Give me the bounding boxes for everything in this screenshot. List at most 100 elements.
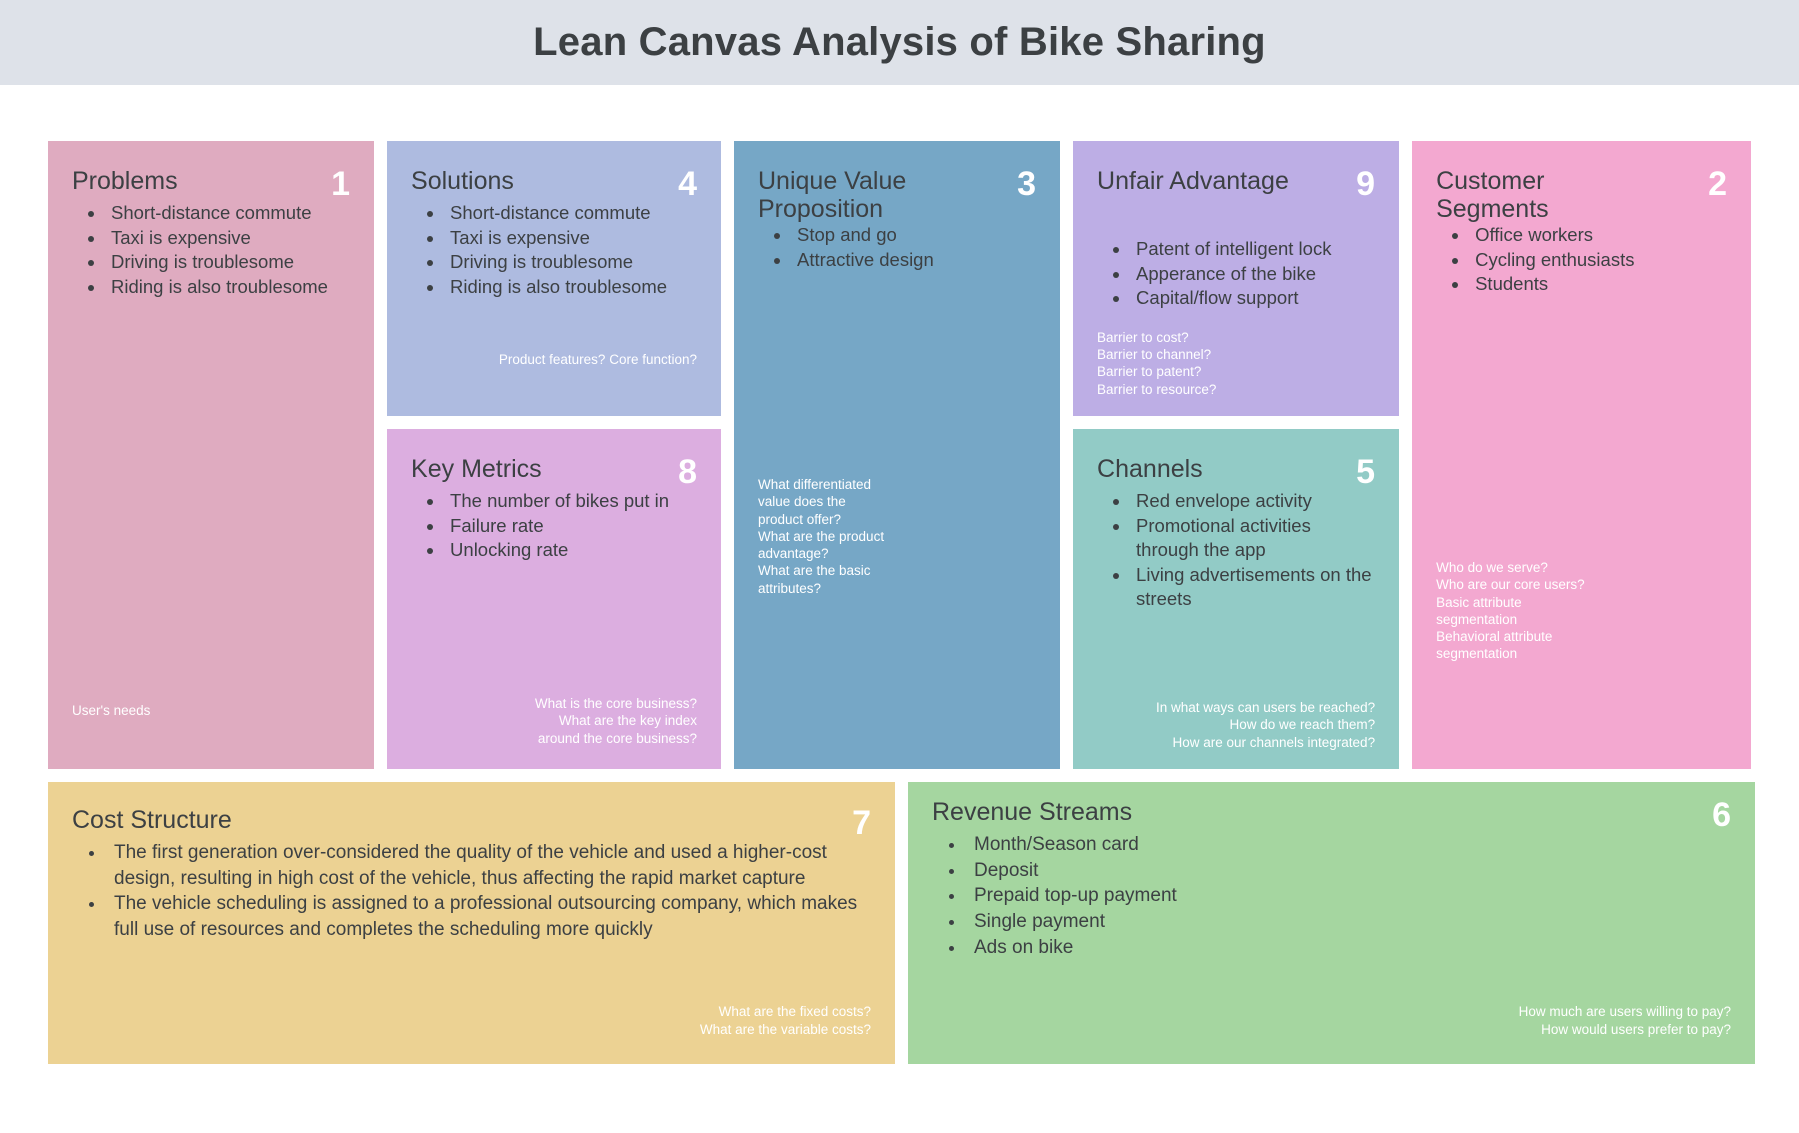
- panel-item-list: Short-distance commute Taxi is expensive…: [411, 201, 697, 299]
- canvas-column-solutions: Solutions 4 Short-distance commute Taxi …: [387, 141, 721, 769]
- list-item: Red envelope activity: [1131, 489, 1375, 514]
- note-line: In what ways can users be reached?: [1155, 700, 1376, 716]
- panel-notes: How much are users willing to pay? How w…: [1519, 1003, 1731, 1038]
- list-item: Short-distance commute: [106, 201, 350, 226]
- list-item: Attractive design: [792, 248, 1036, 273]
- panel-cost-structure[interactable]: Cost Structure 7 The first generation ov…: [48, 782, 895, 1064]
- list-item: Taxi is expensive: [445, 226, 697, 251]
- panel-unfair-advantage[interactable]: Unfair Advantage 9 Patent of intelligent…: [1073, 141, 1400, 416]
- panel-notes: Product features? Core function?: [499, 351, 697, 368]
- canvas-column-unfair: Unfair Advantage 9 Patent of intelligent…: [1073, 141, 1400, 769]
- panel-header: Customer Segments 2: [1436, 167, 1727, 223]
- list-item: The first generation over-considered the…: [106, 840, 871, 891]
- panel-number: 4: [678, 165, 697, 203]
- panel-item-list: Short-distance commute Taxi is expensive…: [72, 201, 350, 299]
- panel-problems[interactable]: Problems 1 Short-distance commute Taxi i…: [48, 141, 375, 769]
- panel-title: Unique Value Proposition: [758, 167, 907, 223]
- panel-key-metrics[interactable]: Key Metrics 8 The number of bikes put in…: [387, 429, 721, 769]
- panel-revenue-streams[interactable]: Revenue Streams 6 Month/Season card Depo…: [908, 782, 1755, 1064]
- panel-number: 9: [1356, 165, 1376, 203]
- panel-item-list: Office workers Cycling enthusiasts Stude…: [1436, 223, 1727, 297]
- list-item: Taxi is expensive: [106, 226, 350, 251]
- note-line: What are the product advantage?: [758, 528, 885, 562]
- panel-notes: What differentiated value does the produ…: [758, 476, 884, 597]
- lean-canvas: Problems 1 Short-distance commute Taxi i…: [0, 85, 1799, 1064]
- panel-notes: In what ways can users be reached? How d…: [1156, 699, 1375, 751]
- list-item: Unlocking rate: [445, 538, 697, 563]
- note-line: How do we reach them?: [1229, 717, 1376, 733]
- note-line: Barrier to cost?: [1097, 329, 1189, 345]
- panel-number: 7: [852, 804, 871, 842]
- panel-title: Channels: [1097, 455, 1203, 483]
- canvas-column-uvp: Unique Value Proposition 3 Stop and go A…: [734, 141, 1061, 769]
- panel-item-list: Red envelope activity Promotional activi…: [1097, 489, 1375, 612]
- note-line: What are the basic attributes?: [758, 563, 871, 596]
- list-item: Short-distance commute: [445, 201, 697, 226]
- note-line: Barrier to resource?: [1097, 381, 1217, 397]
- list-item: Driving is troublesome: [106, 250, 350, 275]
- list-item: The vehicle scheduling is assigned to a …: [106, 891, 871, 942]
- note-line: How are our channels integrated?: [1172, 734, 1376, 750]
- note-line: What are the fixed costs?: [718, 1004, 871, 1020]
- panel-unique-value-proposition[interactable]: Unique Value Proposition 3 Stop and go A…: [734, 141, 1061, 769]
- panel-header: Channels 5: [1097, 455, 1375, 489]
- note-line: Basic attribute segmentation: [1436, 594, 1522, 627]
- panel-number: 1: [331, 165, 351, 203]
- panel-item-list: Stop and go Attractive design: [758, 223, 1036, 272]
- list-item: The number of bikes put in: [445, 489, 697, 514]
- panel-title: Problems: [72, 167, 178, 195]
- note-line: How much are users willing to pay?: [1518, 1004, 1731, 1020]
- panel-number: 2: [1708, 165, 1727, 203]
- panel-title: Customer Segments: [1436, 167, 1549, 223]
- panel-number: 6: [1712, 796, 1731, 834]
- panel-header: Solutions 4: [411, 167, 697, 201]
- note-line: Barrier to channel?: [1097, 347, 1212, 363]
- note-line: What are the key index around the core b…: [537, 713, 697, 746]
- panel-number: 5: [1356, 453, 1376, 491]
- panel-title: Solutions: [411, 167, 514, 195]
- note-line: Who do we serve?: [1436, 560, 1548, 575]
- list-item: Apperance of the bike: [1131, 262, 1375, 287]
- list-item: Riding is also troublesome: [106, 275, 350, 300]
- panel-notes: What are the fixed costs? What are the v…: [700, 1003, 871, 1038]
- list-item: Cycling enthusiasts: [1470, 248, 1727, 273]
- list-item: Deposit: [966, 858, 1731, 884]
- list-item: Single payment: [966, 909, 1731, 935]
- canvas-bottom-row: Cost Structure 7 The first generation ov…: [48, 782, 1755, 1064]
- panel-solutions[interactable]: Solutions 4 Short-distance commute Taxi …: [387, 141, 721, 416]
- note-line: How would users prefer to pay?: [1541, 1021, 1731, 1037]
- panel-item-list: Month/Season card Deposit Prepaid top-up…: [932, 832, 1731, 960]
- list-item: Students: [1470, 272, 1727, 297]
- panel-item-list: The first generation over-considered the…: [72, 840, 871, 943]
- list-item: Promotional activities through the app: [1131, 514, 1375, 563]
- canvas-column-customer: Customer Segments 2 Office workers Cycli…: [1412, 141, 1751, 769]
- note-line: What is the core business?: [534, 696, 697, 712]
- canvas-column-problems: Problems 1 Short-distance commute Taxi i…: [48, 141, 375, 769]
- panel-notes: Barrier to cost? Barrier to channel? Bar…: [1097, 329, 1216, 398]
- list-item: Office workers: [1470, 223, 1727, 248]
- note-line: User's needs: [72, 702, 151, 718]
- note-line: Who are our core users?: [1436, 577, 1585, 593]
- panel-item-list: Patent of intelligent lock Apperance of …: [1097, 237, 1375, 311]
- panel-channels[interactable]: Channels 5 Red envelope activity Promoti…: [1073, 429, 1400, 769]
- page-title: Lean Canvas Analysis of Bike Sharing: [533, 20, 1266, 64]
- panel-number: 3: [1017, 165, 1037, 203]
- panel-notes: Who do we serve? Who are our core users?…: [1436, 559, 1585, 663]
- list-item: Stop and go: [792, 223, 1036, 248]
- note-line: What differentiated value does the produ…: [758, 477, 872, 527]
- list-item: Prepaid top-up payment: [966, 883, 1731, 909]
- panel-notes: User's needs: [72, 702, 150, 719]
- panel-title: Cost Structure: [72, 806, 232, 834]
- panel-header: Revenue Streams 6: [932, 798, 1731, 832]
- canvas-top-row: Problems 1 Short-distance commute Taxi i…: [48, 141, 1751, 769]
- page-header: Lean Canvas Analysis of Bike Sharing: [0, 0, 1799, 85]
- list-item: Ads on bike: [966, 935, 1731, 961]
- list-item: Riding is also troublesome: [445, 275, 697, 300]
- list-item: Living advertisements on the streets: [1131, 563, 1375, 612]
- panel-customer-segments[interactable]: Customer Segments 2 Office workers Cycli…: [1412, 141, 1751, 769]
- panel-item-list: The number of bikes put in Failure rate …: [411, 489, 697, 563]
- list-item: Patent of intelligent lock: [1131, 237, 1375, 262]
- list-item: Capital/flow support: [1131, 286, 1375, 311]
- note-line: Product features? Core function?: [498, 351, 697, 367]
- panel-header: Cost Structure 7: [72, 806, 871, 840]
